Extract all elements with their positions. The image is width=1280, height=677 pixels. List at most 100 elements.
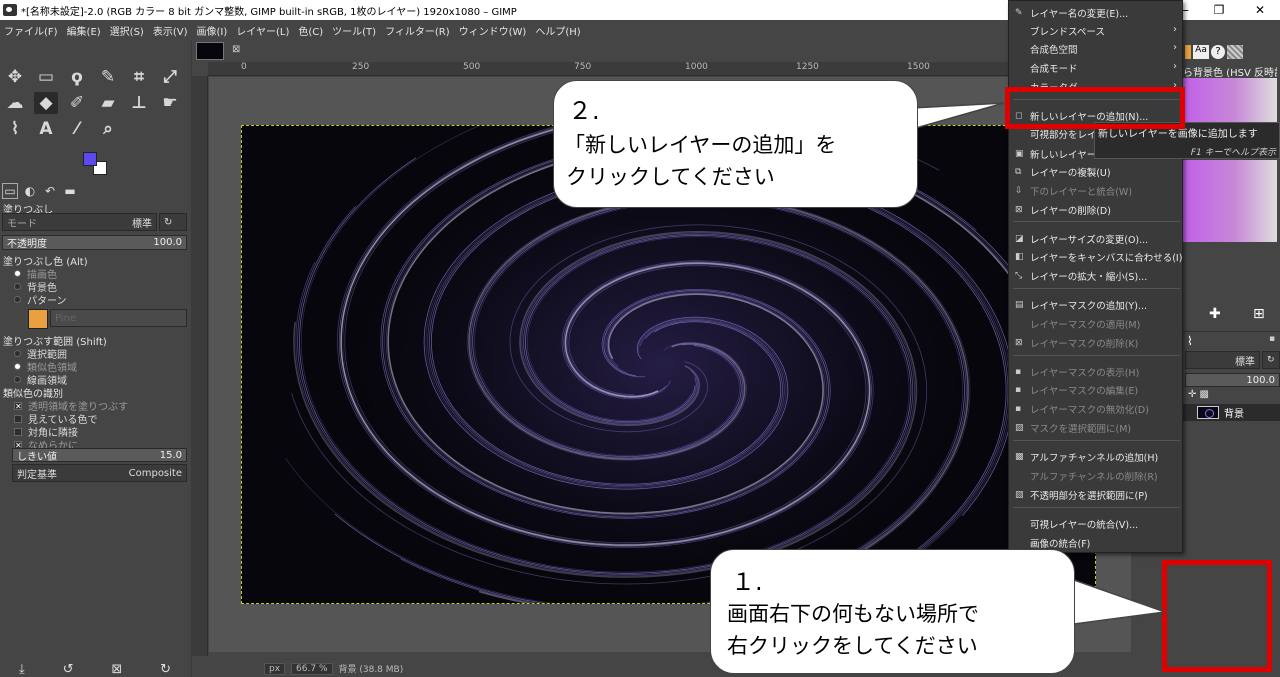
text-tool-icon[interactable]: A [34,118,58,140]
gradient-preview-bottom[interactable] [1183,160,1277,242]
clone-icon[interactable]: ⊥ [127,92,151,114]
undo-history-tab-icon[interactable]: ↶ [42,183,58,199]
save-options-icon[interactable]: ⤓ [19,662,25,677]
menu-edit[interactable]: 編集(E) [67,23,101,38]
grid-icon[interactable]: ⊞ [1253,306,1265,322]
menu-item[interactable]: ⊠ レイヤーマスクの削除(K) [1009,334,1184,352]
menu-item-label: アルファチャンネルの追加(H) [1030,453,1159,464]
close-button[interactable]: ✕ [1242,0,1278,20]
menu-item[interactable]: ▪ レイヤーマスクの無効化(D) [1009,400,1184,418]
fill-type-option[interactable]: パターン [14,292,67,307]
menu-item[interactable]: ◪ レイヤーサイズの変更(O)... [1009,230,1184,248]
menu-item[interactable]: ▨ マスクを選択範囲に(M) [1009,419,1184,437]
menu-tools[interactable]: ツール(T) [332,23,376,38]
help-tab-icon[interactable]: ? [1211,45,1225,59]
pattern-name[interactable]: Pine [50,309,187,327]
menu-item[interactable]: ✎ レイヤー名の変更(E)... [1009,4,1184,22]
menu-windows[interactable]: ウィンドウ(W) [459,23,527,38]
mode-select[interactable]: モード 標準 [2,213,157,231]
opacity-slider[interactable]: 不透明度 100.0 [2,235,187,250]
warp-icon[interactable]: ☁ [3,92,27,114]
lock-icons[interactable]: ✛ ▩ [1188,389,1209,400]
unit-select[interactable]: px [264,662,286,675]
menu-item[interactable]: ブレンドスペース › [1009,22,1184,40]
add-icon[interactable]: ✚ [1209,306,1221,322]
bucket-fill-icon[interactable]: ◆ [34,92,58,114]
maximize-button[interactable]: ❐ [1201,0,1237,20]
radio-button[interactable] [14,376,21,383]
pattern-preview[interactable] [28,309,48,329]
menu-item[interactable]: レイヤーマスクの適用(M) [1009,315,1184,333]
threshold-slider[interactable]: しきい値 15.0 [12,448,187,463]
checkbox[interactable]: ✕ [14,401,22,410]
menu-filters[interactable]: フィルター(R) [385,23,450,38]
radio-button[interactable] [14,363,21,370]
layer-mode-select[interactable]: 標準 [1185,351,1260,369]
zoom-select[interactable]: 66.7 % [291,662,333,675]
menu-item[interactable]: ▤ レイヤーマスクの追加(Y)... [1009,296,1184,314]
menu-file[interactable]: ファイル(F) [4,23,58,38]
device-status-tab-icon[interactable]: ◐ [22,183,38,199]
smudge-icon[interactable]: ☛ [158,92,182,114]
menu-item-icon: ▪ [1015,385,1022,395]
font-tab-icon[interactable]: Aa [1193,45,1209,59]
menu-select[interactable]: 選択(S) [110,23,144,38]
menu-separator [1013,288,1180,289]
menu-color[interactable]: 色(C) [298,23,323,38]
fuzzy-select-icon[interactable]: ✎ [96,66,120,88]
menu-image[interactable]: 画像(I) [197,23,228,38]
menu-item[interactable]: 可視レイヤーの統合(V)... [1009,515,1184,533]
eraser-icon[interactable]: ▰ [96,92,120,114]
menu-layer[interactable]: レイヤー(L) [236,23,289,38]
radio-button[interactable] [14,283,21,290]
image-tab-thumbnail[interactable] [196,42,224,60]
reset-options-icon[interactable]: ↻ [160,662,171,677]
menu-item[interactable]: 合成色空間 › [1009,40,1184,58]
menu-item[interactable]: 合成モード › [1009,59,1184,77]
menu-item[interactable]: ▪ レイヤーマスクの編集(E) [1009,381,1184,399]
color-picker-icon[interactable]: ⁄ [65,118,89,140]
menu-item[interactable]: ▩ アルファチャンネルの追加(H) [1009,448,1184,466]
mode-switch-icon[interactable]: ↻ [159,213,187,231]
dock-menu-icon[interactable]: ▪ [1269,334,1275,344]
paths-icon[interactable]: ⌇ [3,118,27,140]
delete-options-icon[interactable]: ⊠ [111,662,122,677]
lasso-icon[interactable]: ϙ [65,66,89,88]
paintbrush-icon[interactable]: ✐ [65,92,89,114]
rect-select-icon[interactable]: ▭ [34,66,58,88]
menu-view[interactable]: 表示(V) [153,23,188,38]
image-tab-close-icon[interactable]: ⊠ [232,44,240,55]
radio-button[interactable] [14,270,21,277]
radio-button[interactable] [14,296,21,303]
menu-item[interactable]: ⤡ レイヤーの拡大・縮小(S)... [1009,267,1184,285]
menu-item[interactable]: ⊠ レイヤーの削除(D) [1009,201,1184,219]
crop-icon[interactable]: ⌗ [127,66,151,88]
foreground-color-swatch[interactable] [83,152,97,166]
pattern-tab-icon[interactable] [1227,45,1243,59]
images-tab-icon[interactable]: ▬ [62,183,78,199]
ruler-label: 0 [241,62,247,72]
transform-icon[interactable]: ⤢ [158,66,182,88]
menu-item[interactable]: ▧ 不透明部分を選択範囲に(P) [1009,486,1184,504]
menu-item-label: レイヤーマスクの適用(M) [1030,320,1141,331]
move-tool-icon[interactable]: ✥ [3,66,27,88]
checkbox[interactable] [14,414,22,423]
layer-row[interactable]: 背景 [1183,404,1280,421]
menu-item[interactable]: アルファチャンネルの削除(R) [1009,467,1184,485]
tool-options-tab-icon[interactable]: ▭ [2,183,18,199]
menu-help[interactable]: ヘルプ(H) [535,23,580,38]
paths-tab-icon[interactable]: ⌇ [1187,334,1193,348]
menu-item[interactable]: ▪ レイヤーマスクの表示(H) [1009,363,1184,381]
brush-tab-icon[interactable] [1185,45,1191,59]
criterion-value: Composite [128,467,182,479]
zoom-icon[interactable]: ⌕ [96,118,120,140]
radio-button[interactable] [14,350,21,357]
menu-item[interactable]: ⇩ 下のレイヤーと統合(W) [1009,182,1184,200]
menu-item[interactable]: ◧ レイヤーをキャンバスに合わせる(I) [1009,248,1184,266]
layer-opacity-slider[interactable]: 100.0 [1185,373,1280,387]
criterion-select[interactable]: 判定基準 Composite [12,464,187,482]
restore-options-icon[interactable]: ↺ [63,662,74,677]
layer-mode-switch-icon[interactable]: ↻ [1262,351,1280,369]
menu-item[interactable]: ⧉ レイヤーの複製(U) [1009,163,1184,181]
checkbox[interactable] [14,427,22,436]
